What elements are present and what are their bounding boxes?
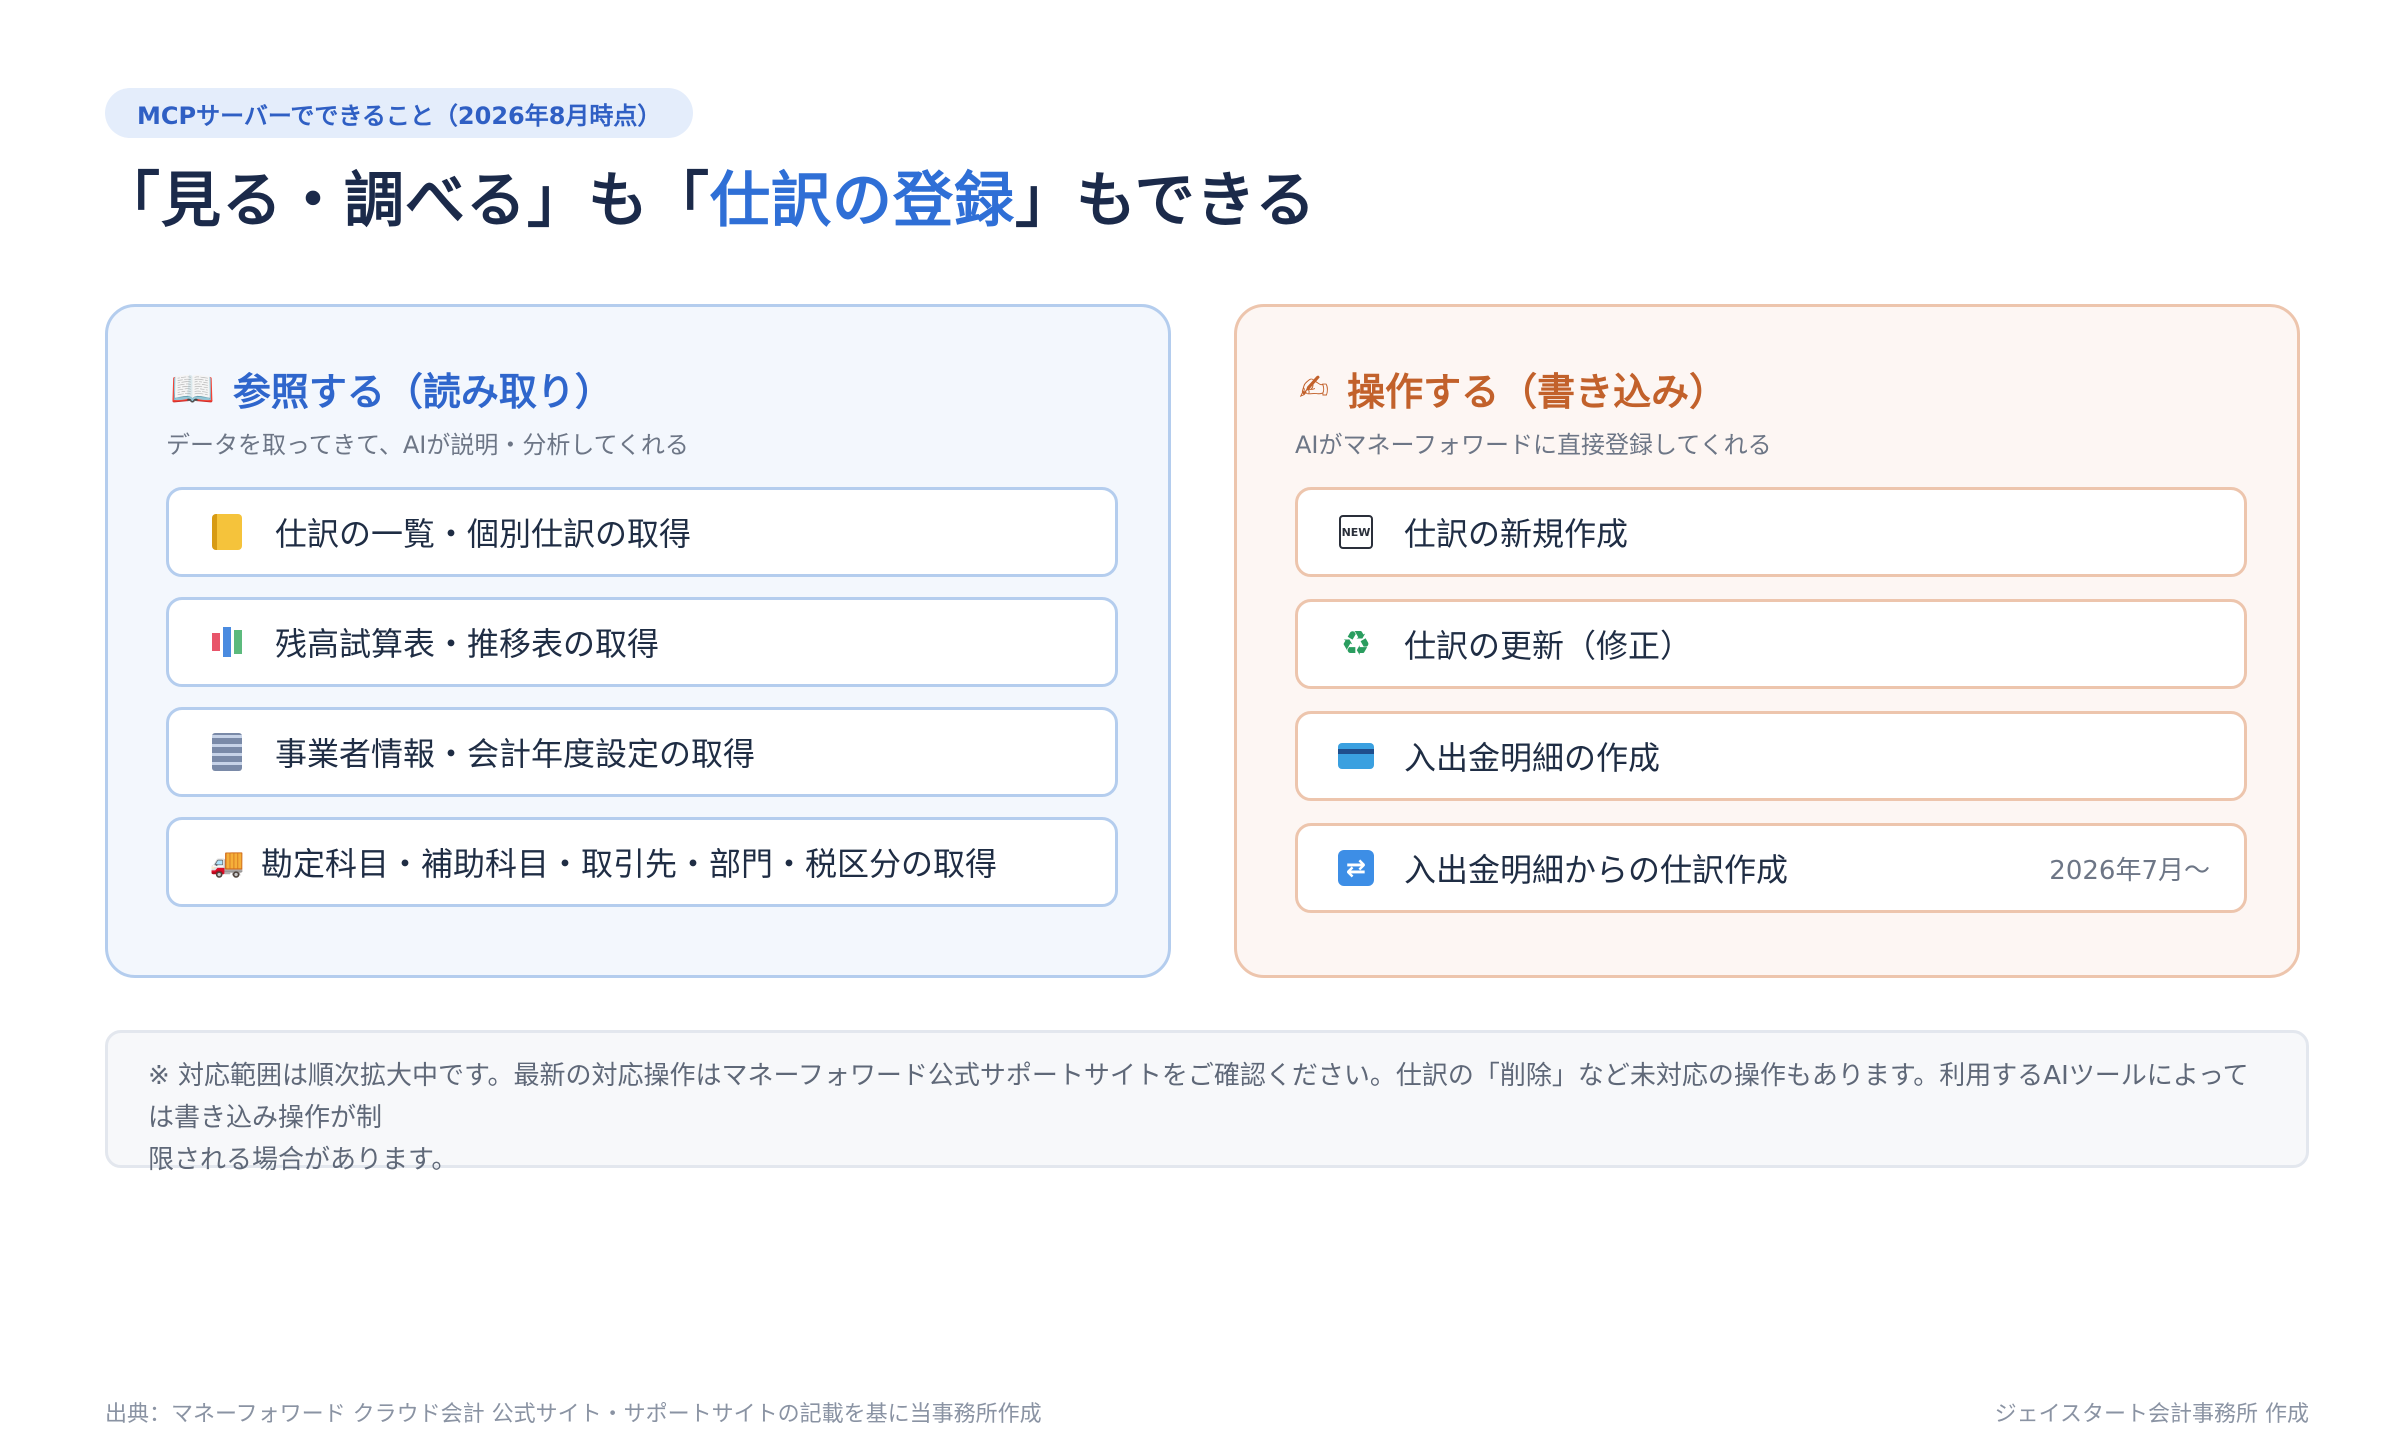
write-item-statement: 入出金明細の作成 [1295, 711, 2247, 801]
author-credit: ジェイスタート会計事務所 作成 [1994, 1402, 2309, 1427]
write-item-label: 仕訳の更新（修正） [1404, 627, 1693, 665]
write-panel: ✍ 操作する（書き込み） AIがマネーフォワードに直接登録してくれる NEW 仕… [1234, 304, 2300, 978]
read-panel-subtitle: データを取ってきて、AIが説明・分析してくれる [166, 431, 689, 459]
title-highlight: 仕訳の登録 [710, 166, 1015, 236]
read-item-business-info: 事業者情報・会計年度設定の取得 [166, 707, 1118, 797]
write-item-journal-from-statement: ⇄ 入出金明細からの仕訳作成 2026年7月～ [1295, 823, 2247, 913]
read-item-journals: 仕訳の一覧・個別仕訳の取得 [166, 487, 1118, 577]
read-item-label: 仕訳の一覧・個別仕訳の取得 [275, 515, 692, 553]
write-item-label: 入出金明細からの仕訳作成 [1404, 851, 1789, 889]
write-item-label: 入出金明細の作成 [1404, 739, 1661, 777]
office-building-icon [212, 733, 242, 771]
write-item-update-journal: ♻ 仕訳の更新（修正） [1295, 599, 2247, 689]
read-item-master-data: 🚚 勘定科目・補助科目・取引先・部門・税区分の取得 [166, 817, 1118, 907]
recycle-icon: ♻ [1340, 624, 1372, 664]
timepoint-badge: MCPサーバーでできること（2026年8月時点） [105, 88, 694, 138]
badge-label: MCPサーバーでできること（2026年8月時点） [137, 101, 662, 130]
truck-icon: 🚚 [209, 845, 245, 879]
bar-chart-icon [207, 622, 247, 662]
title-part1: 「見る・調べる」も「 [100, 166, 710, 236]
notice-line-2: 限される場合があります。 [148, 1145, 458, 1175]
notice-box: ※ 対応範囲は順次拡大中です。最新の対応操作はマネーフォワード公式サポートサイト… [105, 1030, 2309, 1175]
write-item-new-journal: NEW 仕訳の新規作成 [1295, 487, 2247, 577]
write-panel-heading: ✍ 操作する（書き込み） [1299, 361, 1727, 416]
read-item-trial-balance: 残高試算表・推移表の取得 [166, 597, 1118, 687]
read-item-label: 勘定科目・補助科目・取引先・部門・税区分の取得 [261, 845, 998, 883]
new-icon: NEW [1339, 515, 1373, 549]
read-panel-heading: 📖 参照する（読み取り） [170, 361, 613, 416]
write-item-label: 仕訳の新規作成 [1404, 515, 1629, 553]
writing-hand-icon: ✍ [1299, 368, 1330, 409]
write-panel-subtitle: AIがマネーフォワードに直接登録してくれる [1295, 431, 1772, 459]
availability-note: 2026年7月～ [2049, 855, 2210, 886]
read-panel: 📖 参照する（読み取り） データを取ってきて、AIが説明・分析してくれる 仕訳の… [105, 304, 1171, 978]
notice-line-1: ※ 対応範囲は順次拡大中です。最新の対応操作はマネーフォワード公式サポートサイト… [148, 1061, 2249, 1133]
read-panel-title: 参照する（読み取り） [232, 370, 613, 414]
repeat-icon: ⇄ [1338, 850, 1374, 886]
page-title: 「見る・調べる」も「仕訳の登録」もできる [100, 152, 1316, 239]
open-book-icon: 📖 [170, 368, 215, 410]
credit-card-icon [1338, 743, 1374, 769]
source-citation: 出典：マネーフォワード クラウド会計 公式サイト・サポートサイトの記載を基に当事… [105, 1402, 1042, 1427]
notebook-icon [212, 514, 242, 550]
read-item-label: 事業者情報・会計年度設定の取得 [275, 735, 756, 773]
read-item-label: 残高試算表・推移表の取得 [275, 625, 660, 663]
title-part2: 」もできる [1015, 166, 1317, 236]
write-panel-title: 操作する（書き込み） [1347, 370, 1728, 414]
